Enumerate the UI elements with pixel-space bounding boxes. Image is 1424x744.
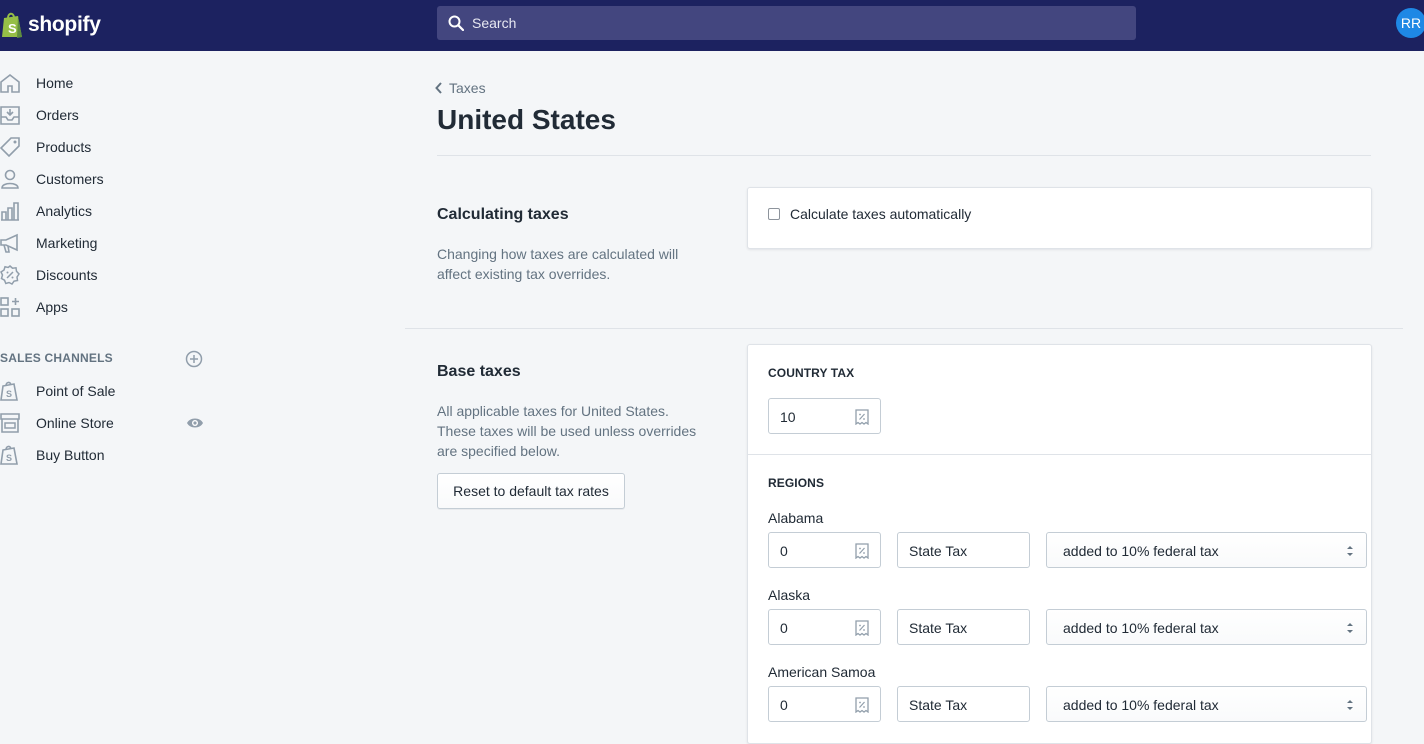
megaphone-icon (0, 233, 18, 253)
base-taxes-heading: Base taxes (437, 363, 521, 380)
region-tax-name-value: State Tax (909, 697, 968, 713)
home-icon (0, 73, 20, 93)
sales-channels-title: SALES CHANNELS (0, 351, 113, 365)
region-tax-name-value: State Tax (909, 620, 968, 636)
svg-text:S: S (8, 21, 17, 36)
sidebar-item-label: Products (36, 139, 92, 155)
sidebar-item-label: Orders (36, 107, 79, 123)
sidebar-item-marketing[interactable]: Marketing (0, 227, 220, 259)
region-rate-field[interactable]: 0 (768, 609, 881, 645)
sidebar-item-label: Marketing (36, 235, 98, 251)
sidebar-item-apps[interactable]: Apps (0, 291, 220, 323)
title-divider (437, 155, 1371, 156)
region-rate-field[interactable]: 0 (768, 686, 881, 722)
select-arrows-icon (1347, 700, 1353, 710)
region-name-alabama: Alabama (768, 510, 824, 526)
country-tax-field[interactable]: 10 (768, 398, 881, 434)
sidebar-item-label: Analytics (36, 203, 93, 219)
shopify-bag-icon: S (0, 381, 18, 401)
calculate-automatically-label[interactable]: Calculate taxes automatically (790, 206, 971, 222)
sidebar-item-orders[interactable]: Orders (0, 99, 220, 131)
sidebar-item-label: Discounts (36, 267, 98, 283)
calculating-taxes-card: Calculate taxes automatically (747, 187, 1372, 249)
sidebar-item-analytics[interactable]: Analytics (0, 195, 220, 227)
sidebar-item-label: Apps (36, 299, 68, 315)
region-tax-mode-value: added to 10% federal tax (1063, 620, 1219, 636)
country-tax-value: 10 (780, 409, 796, 425)
search-bar[interactable] (437, 6, 1136, 40)
shopify-bag-logo-icon: S (2, 12, 22, 38)
percent-icon (855, 697, 869, 713)
store-icon (0, 413, 20, 433)
person-icon (1, 169, 19, 189)
base-taxes-description: All applicable taxes for United States. … (437, 403, 697, 459)
avatar[interactable]: RR (1396, 8, 1424, 38)
sidebar-item-discounts[interactable]: Discounts (0, 259, 220, 291)
sidebar-item-home[interactable]: Home (0, 67, 220, 99)
svg-text:S: S (6, 453, 12, 463)
percent-icon (855, 543, 869, 559)
breadcrumb: Taxes (449, 80, 486, 96)
region-rate-value: 0 (780, 543, 788, 559)
sidebar: Home Orders Products Customers Analytics… (0, 51, 240, 738)
region-tax-name-value: State Tax (909, 543, 968, 559)
breadcrumb-back[interactable]: Taxes (435, 80, 486, 96)
region-tax-mode-select[interactable]: added to 10% federal tax (1046, 609, 1367, 645)
bar-chart-icon (1, 202, 19, 221)
select-arrows-icon (1347, 546, 1353, 556)
section-divider (405, 328, 1403, 329)
reset-tax-rates-button[interactable]: Reset to default tax rates (437, 473, 625, 509)
calculating-taxes-heading: Calculating taxes (437, 206, 569, 223)
region-rate-field[interactable]: 0 (768, 532, 881, 568)
region-rate-value: 0 (780, 620, 788, 636)
calculate-automatically-row[interactable]: Calculate taxes automatically (768, 206, 971, 222)
shopify-logo[interactable]: S shopify (0, 8, 101, 42)
region-tax-mode-select[interactable]: added to 10% federal tax (1046, 686, 1367, 722)
region-name-american-samoa: American Samoa (768, 664, 876, 680)
shopify-bag-icon: S (0, 445, 18, 465)
region-tax-name-field[interactable]: State Tax (897, 686, 1030, 722)
percent-icon (855, 409, 869, 425)
base-taxes-card: COUNTRY TAX 10 REGIONS Alabama 0 State T… (747, 344, 1372, 744)
search-icon (448, 15, 464, 31)
region-tax-name-field[interactable]: State Tax (897, 609, 1030, 645)
sidebar-item-label: Point of Sale (36, 383, 116, 399)
region-tax-name-field[interactable]: State Tax (897, 532, 1030, 568)
calculating-taxes-description: Changing how taxes are calculated will a… (437, 246, 679, 282)
card-divider (748, 454, 1371, 455)
top-bar: S shopify RR (0, 0, 1424, 51)
chevron-left-icon (435, 82, 442, 94)
sidebar-item-customers[interactable]: Customers (0, 163, 220, 195)
sidebar-item-products[interactable]: Products (0, 131, 220, 163)
region-tax-mode-value: added to 10% federal tax (1063, 543, 1219, 559)
sidebar-item-label: Home (36, 75, 74, 91)
sidebar-item-label: Buy Button (36, 447, 105, 463)
percent-icon (855, 620, 869, 636)
page-title: United States (437, 104, 616, 135)
apps-icon (0, 297, 20, 317)
add-channel-icon[interactable] (185, 350, 203, 368)
region-name-alaska: Alaska (768, 587, 811, 603)
brand-name: shopify (28, 13, 101, 36)
region-rate-value: 0 (780, 697, 788, 713)
region-tax-mode-value: added to 10% federal tax (1063, 697, 1219, 713)
regions-label: REGIONS (768, 476, 825, 490)
orders-icon (0, 106, 20, 125)
sidebar-item-label: Online Store (36, 415, 114, 431)
select-arrows-icon (1347, 623, 1353, 633)
country-tax-label: COUNTRY TAX (768, 366, 855, 380)
search-input[interactable] (472, 6, 1122, 40)
discount-icon (0, 265, 20, 285)
region-tax-mode-select[interactable]: added to 10% federal tax (1046, 532, 1367, 568)
svg-text:S: S (6, 389, 12, 399)
sidebar-item-point-of-sale[interactable]: S Point of Sale (0, 375, 220, 407)
calculate-automatically-checkbox[interactable] (768, 208, 780, 220)
sidebar-item-buy-button[interactable]: S Buy Button (0, 439, 220, 471)
eye-icon[interactable] (186, 416, 204, 430)
tag-icon (0, 137, 20, 157)
sidebar-item-label: Customers (36, 171, 104, 187)
